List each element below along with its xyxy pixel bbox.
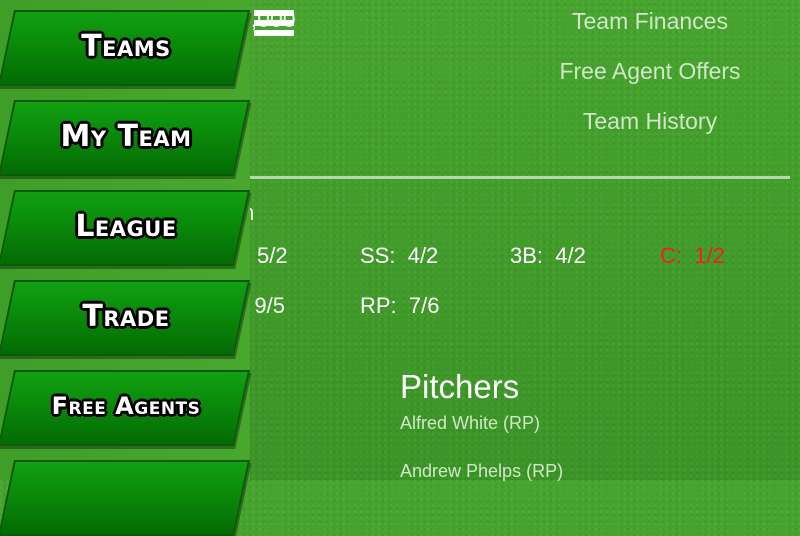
league-button-label: League [75, 208, 177, 244]
pitcher-list-item[interactable]: Andrew Phelps (RP) [400, 461, 563, 482]
trade-button-label: Trade [82, 298, 170, 334]
position-label: SS: [360, 243, 396, 268]
position-count: SS: 4/2 [360, 243, 438, 269]
trade-button[interactable]: Trade [0, 280, 251, 356]
position-label: 3B: [510, 243, 544, 268]
side-menu: Teams My Team League Trade Free Agents [0, 0, 251, 536]
menu-icon[interactable] [254, 6, 294, 44]
position-count-warning: C: 1/2 [660, 243, 725, 269]
team-history-link[interactable]: Team History [500, 108, 800, 135]
position-count: 3B: 4/2 [510, 243, 586, 269]
my-team-button-label: My Team [60, 118, 192, 154]
position-value: 1/2 [694, 243, 725, 268]
free-agents-button-label: Free Agents [51, 392, 201, 420]
position-label: RP: [360, 293, 397, 318]
teams-button[interactable]: Teams [0, 10, 251, 86]
free-agents-button[interactable]: Free Agents [0, 370, 251, 446]
position-value: 4/2 [407, 243, 439, 268]
free-agent-offers-link[interactable]: Free Agent Offers [500, 58, 800, 85]
position-value: 4/2 [555, 243, 586, 268]
position-count: RP: 7/6 [360, 293, 440, 319]
position-value: 5/2 [257, 243, 288, 268]
position-label: C: [660, 243, 682, 268]
pitchers-heading: Pitchers [400, 368, 520, 405]
position-value: 7/6 [408, 293, 440, 318]
teams-button-label: Teams [81, 28, 171, 64]
position-value: 9/5 [254, 293, 285, 318]
menu-button-partial[interactable] [0, 460, 251, 536]
team-finances-link[interactable]: Team Finances [500, 8, 800, 35]
league-button[interactable]: League [0, 190, 251, 266]
partial-button-label [6, 460, 246, 532]
pitcher-list-item[interactable]: Alfred White (RP) [400, 413, 540, 434]
my-team-button[interactable]: My Team [0, 100, 251, 176]
